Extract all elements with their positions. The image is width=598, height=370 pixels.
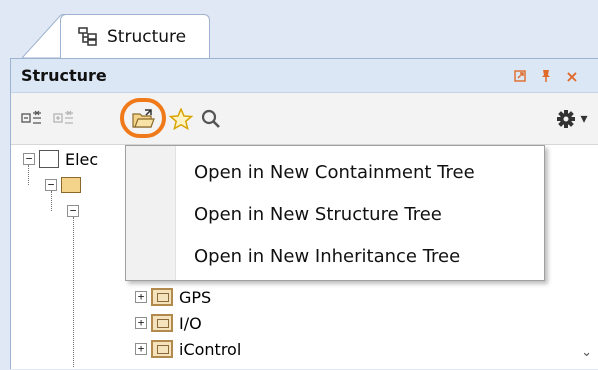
search-icon[interactable]: [198, 106, 224, 132]
gear-icon[interactable]: [553, 106, 579, 132]
collapse-icon[interactable]: −: [67, 205, 79, 217]
list-item-label: GPS: [179, 287, 212, 307]
open-folder-icon[interactable]: [130, 106, 156, 132]
collapse-icon[interactable]: −: [23, 153, 35, 165]
menu-item-structure-tree[interactable]: Open in New Structure Tree: [194, 204, 442, 225]
model-icon: [39, 150, 59, 168]
list-item-label: iControl: [179, 339, 242, 359]
tree-root[interactable]: − Elec: [23, 147, 98, 171]
block-icon: [151, 314, 173, 332]
folder-icon: [61, 177, 81, 193]
menu-item-containment-tree[interactable]: Open in New Containment Tree: [194, 162, 475, 183]
list-item[interactable]: + I/O: [135, 311, 202, 335]
list-item[interactable]: + GPS: [135, 285, 211, 309]
float-icon[interactable]: [511, 67, 529, 85]
menu-item-inheritance-tree[interactable]: Open in New Inheritance Tree: [194, 246, 460, 267]
open-in-menu: Open in New Containment Tree Open in New…: [125, 145, 545, 281]
collapse-icon[interactable]: −: [45, 179, 57, 191]
scroll-down-icon[interactable]: ⌄: [581, 345, 592, 360]
block-icon: [151, 340, 173, 358]
list-item-label: I/O: [179, 313, 202, 333]
editor-tabstrip: Structure: [0, 0, 598, 58]
pin-icon[interactable]: [537, 67, 555, 85]
tree-guide: [51, 191, 52, 211]
expand-icon[interactable]: +: [135, 291, 147, 303]
collapse-all-icon[interactable]: [19, 106, 45, 132]
tree-guide: [73, 217, 74, 367]
panel-title: Structure: [21, 66, 107, 85]
panel-titlebar: Structure ×: [11, 59, 598, 93]
tree-root-label: Elec: [65, 149, 99, 169]
star-icon[interactable]: [168, 106, 194, 132]
chevron-down-icon[interactable]: ▾: [577, 106, 591, 132]
expand-icon[interactable]: +: [135, 317, 147, 329]
tab-label: Structure: [107, 26, 187, 47]
tree-guide: [28, 165, 29, 185]
menu-gutter: [126, 146, 176, 280]
tab-structure[interactable]: Structure: [60, 14, 210, 58]
panel-toolbar: ▾: [11, 93, 598, 145]
close-icon[interactable]: ×: [563, 67, 581, 86]
list-item[interactable]: + iControl: [135, 337, 241, 361]
expand-icon[interactable]: +: [135, 343, 147, 355]
block-icon: [151, 288, 173, 306]
expand-all-icon: [51, 106, 77, 132]
structure-icon: [77, 26, 99, 48]
tree-node-child[interactable]: −: [67, 199, 83, 223]
